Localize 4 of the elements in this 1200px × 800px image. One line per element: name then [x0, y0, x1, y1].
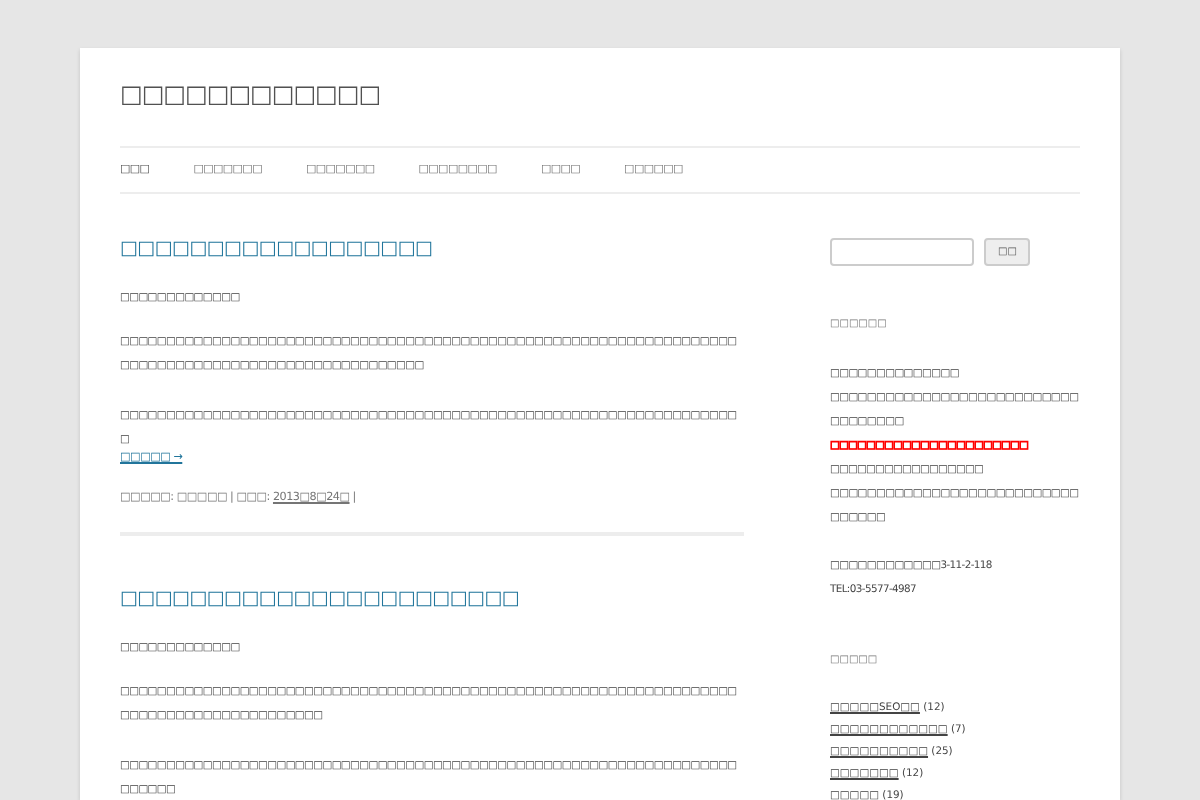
post-title[interactable]: □□□□□□□□□□□□□□□□□□□□□□□	[120, 588, 744, 610]
post-title[interactable]: □□□□□□□□□□□□□□□□□□	[120, 238, 744, 260]
site-title[interactable]: □□□□□□□□□□□□	[120, 80, 1080, 108]
search-field[interactable]	[830, 238, 974, 266]
